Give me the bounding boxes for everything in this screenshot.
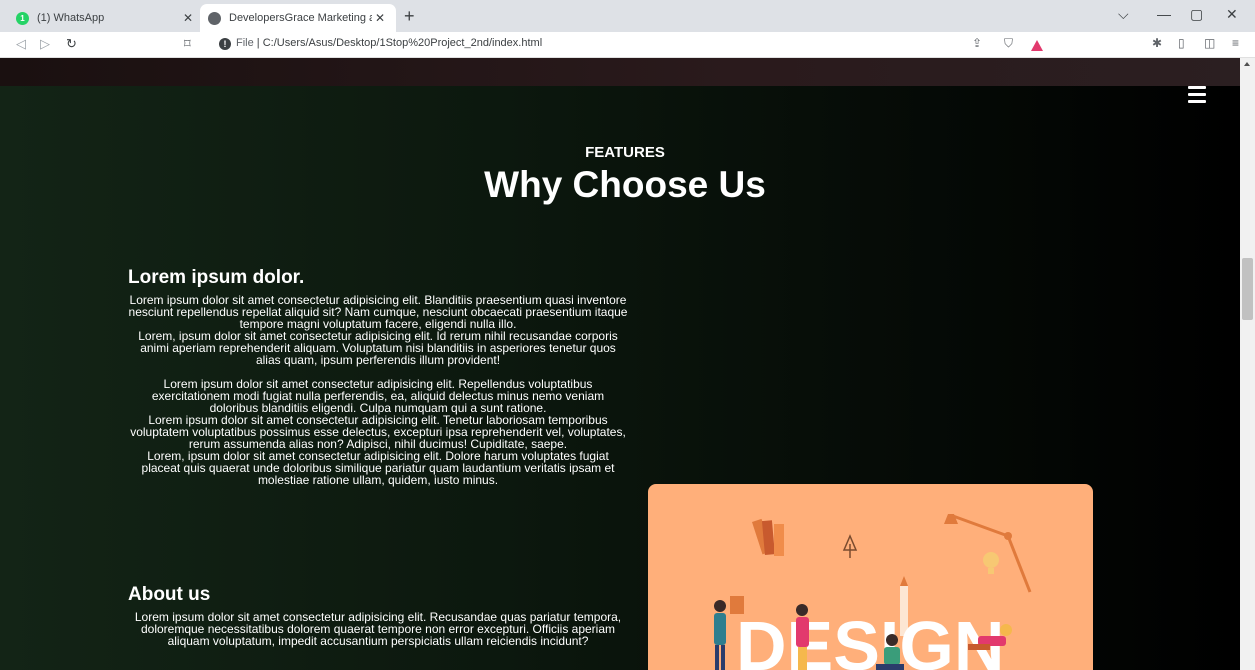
menu-icon[interactable]: ≡ [1232, 36, 1239, 50]
globe-icon [208, 11, 221, 25]
hamburger-menu-icon[interactable] [1188, 86, 1206, 107]
feature-paragraph: Lorem ipsum dolor sit amet consectetur a… [128, 293, 628, 367]
wallet-icon[interactable]: ◫ [1204, 36, 1215, 50]
close-tab-icon[interactable]: ✕ [180, 11, 196, 25]
desk-lamp-icon [944, 514, 1032, 593]
page-viewport: FEATURES Why Choose Us Lorem ipsum dolor… [0, 58, 1240, 670]
close-window-button[interactable]: ✕ [1226, 6, 1238, 23]
section-eyebrow: FEATURES [585, 144, 665, 161]
top-banner [0, 58, 1240, 86]
url-separator: | [256, 37, 260, 49]
url-path: C:/Users/Asus/Desktop/1Stop%20Project_2n… [262, 37, 543, 49]
design-team-illustration: DESIGN [648, 484, 1093, 670]
illustration-word: DESIGN [736, 607, 1004, 670]
tab-whatsapp[interactable]: 1 (1) WhatsApp ✕ [8, 4, 204, 32]
browser-toolbar: ◁ ▷ ↻ ⌑ ! File | C:/Users/Asus/Desktop/1… [0, 32, 1255, 58]
bookmark-icon[interactable]: ⌑ [184, 36, 191, 52]
brave-shield-icon[interactable]: ⛉ [1004, 36, 1013, 51]
scrollbar-thumb[interactable] [1242, 258, 1253, 320]
url-scheme: File [236, 37, 254, 49]
whatsapp-icon: 1 [16, 11, 29, 25]
tab-search-icon[interactable]: ⌵ [1118, 6, 1129, 23]
reload-icon[interactable]: ↻ [66, 36, 77, 52]
color-palette-icon [752, 518, 784, 556]
about-title: About us [128, 584, 211, 605]
feature-paragraph: Lorem ipsum dolor sit amet consectetur a… [130, 377, 626, 487]
site-info-icon[interactable]: ! [219, 38, 231, 50]
tab-strip: 1 (1) WhatsApp ✕ DevelopersGrace Marketi… [0, 0, 1255, 32]
address-bar[interactable]: File | C:/Users/Asus/Desktop/1Stop%20Pro… [236, 37, 542, 49]
tab-developersgrace[interactable]: DevelopersGrace Marketing and | ✕ [200, 4, 396, 32]
extensions-icon[interactable]: ✱ [1152, 36, 1162, 50]
minimize-button[interactable]: — [1157, 6, 1171, 22]
section-heading: Why Choose Us [484, 164, 766, 205]
light-bulb-icon [983, 552, 999, 574]
back-icon[interactable]: ◁ [16, 36, 26, 52]
scroll-up-arrow-icon[interactable] [1244, 62, 1250, 66]
design-illustration-art: DESIGN [714, 514, 1032, 670]
tab-title: (1) WhatsApp [37, 12, 105, 24]
close-tab-icon[interactable]: ✕ [372, 11, 388, 25]
share-icon[interactable]: ⇪ [972, 36, 982, 50]
tab-title: DevelopersGrace Marketing and | [229, 12, 372, 24]
brave-rewards-icon[interactable] [1031, 40, 1043, 51]
about-paragraph: Lorem ipsum dolor sit amet consectetur a… [134, 610, 622, 648]
new-tab-button[interactable]: + [404, 6, 415, 27]
feature-section: Lorem ipsum dolor. Lorem ipsum dolor sit… [128, 267, 628, 486]
page-scrollbar[interactable] [1240, 58, 1255, 670]
forward-icon[interactable]: ▷ [40, 36, 50, 52]
restore-button[interactable]: ▢ [1190, 6, 1203, 23]
pen-nib-icon [842, 534, 858, 558]
sidebar-icon[interactable]: ▯ [1178, 36, 1185, 50]
about-section: About us Lorem ipsum dolor sit amet cons… [128, 584, 628, 647]
feature-title: Lorem ipsum dolor. [128, 267, 305, 288]
